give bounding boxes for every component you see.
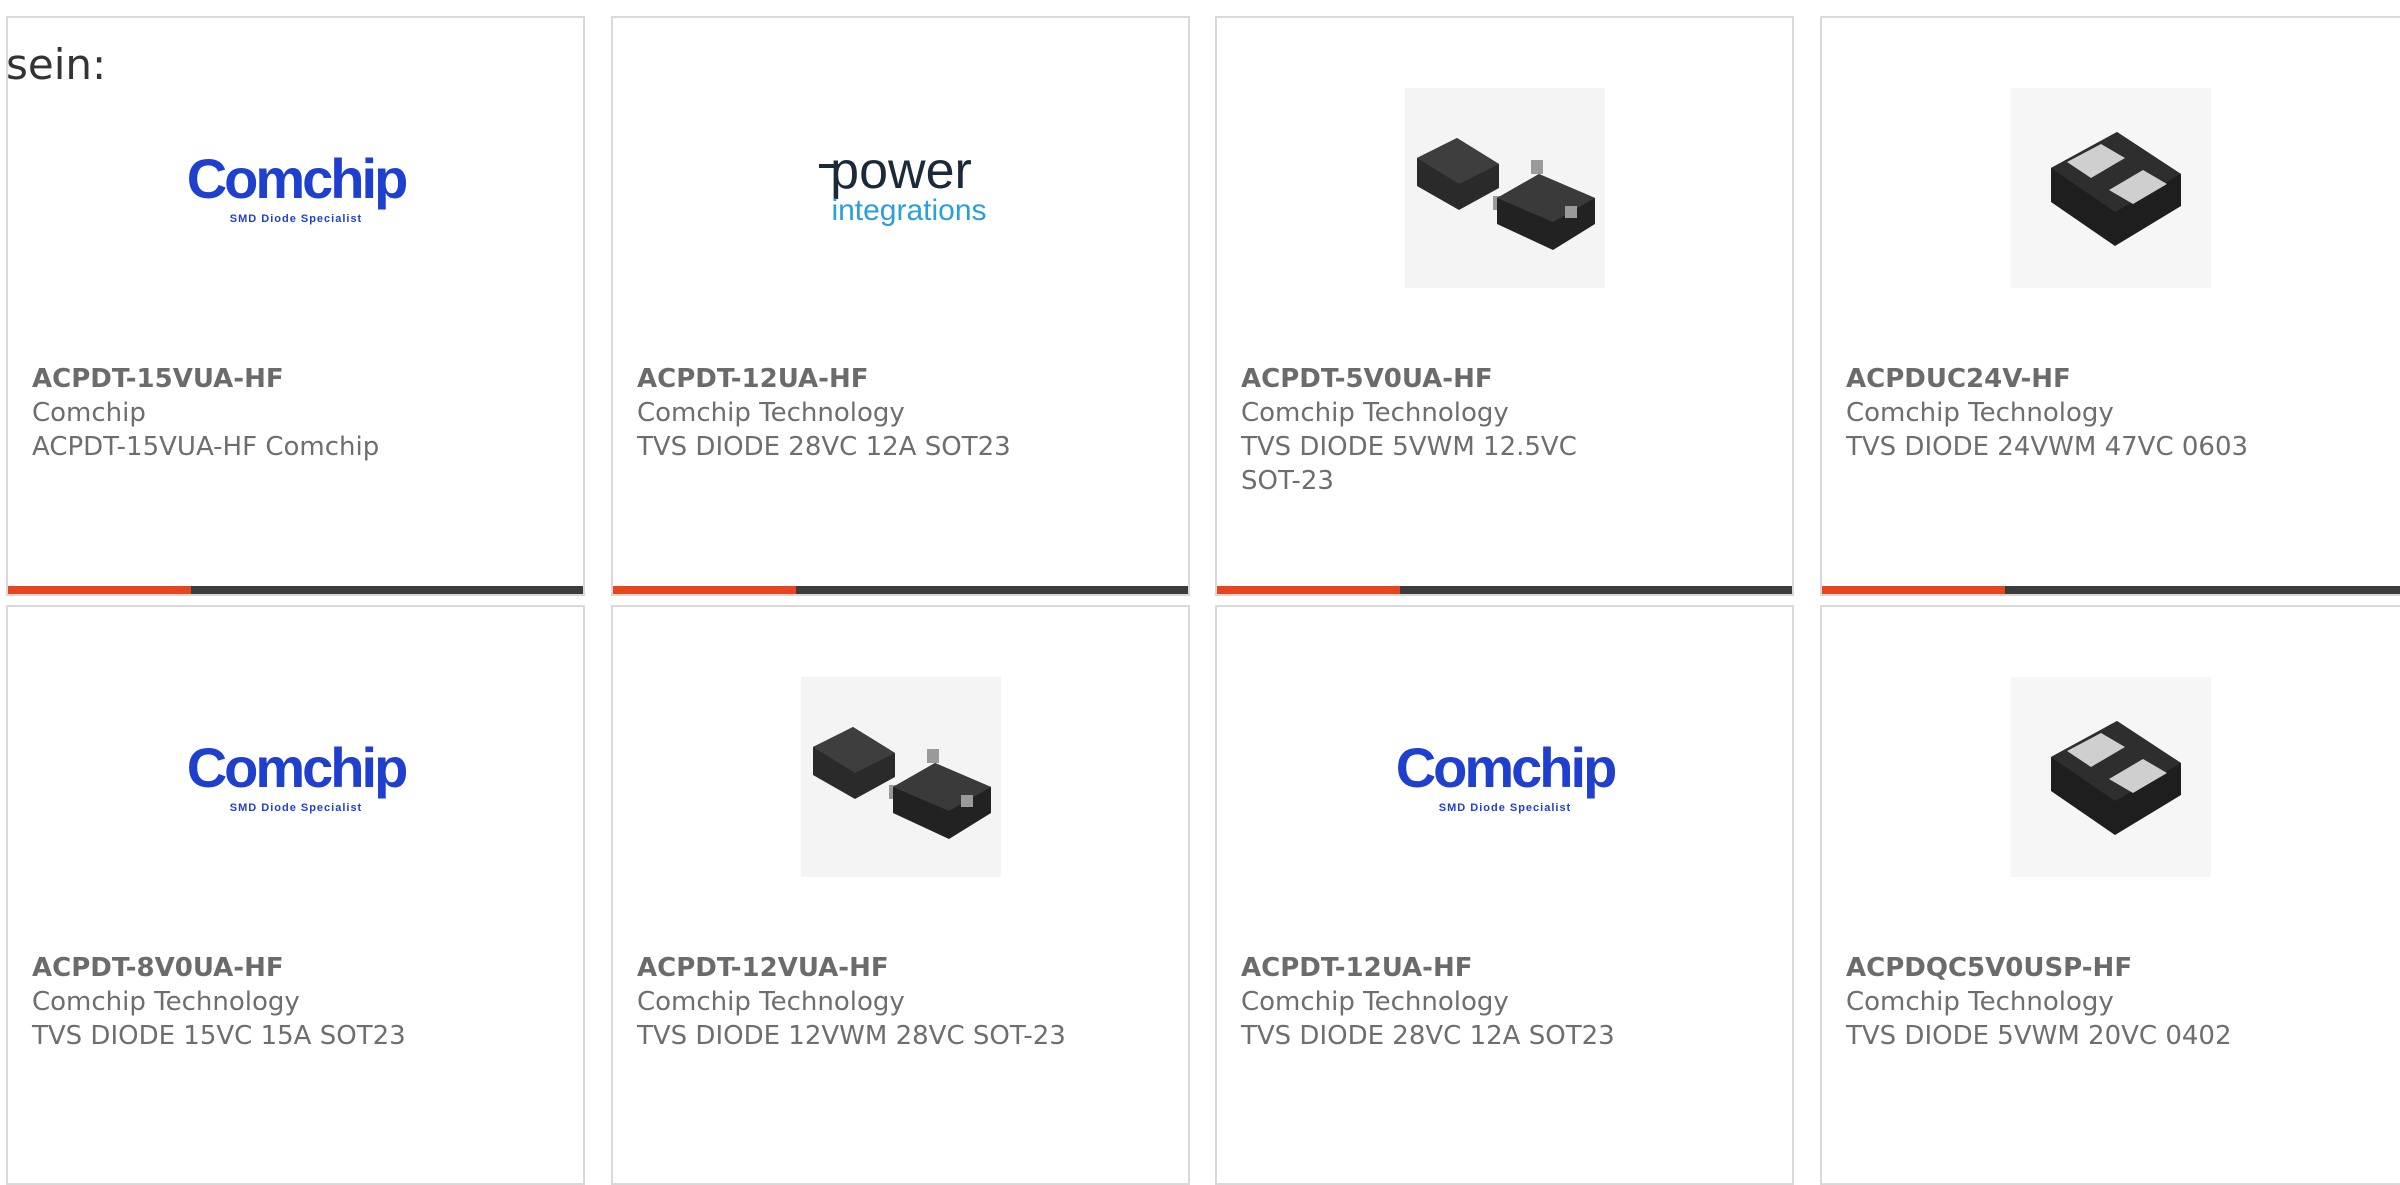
product-image[interactable] <box>613 657 1188 897</box>
card-bottom-bar <box>1822 586 2400 594</box>
chip-package-image <box>2011 88 2211 288</box>
part-number[interactable]: ACPDT-5V0UA-HF <box>1241 362 1701 396</box>
comchip-logo: Comchip SMD Diode Specialist <box>186 736 408 814</box>
description: TVS DIODE 5VWM 12.5VC SOT-23 <box>1241 432 1577 496</box>
product-image[interactable] <box>1822 68 2400 308</box>
section-intro-text: sein: <box>6 40 107 89</box>
part-number[interactable]: ACPDT-12VUA-HF <box>637 951 1097 985</box>
card-accent <box>8 586 191 594</box>
product-card[interactable]: Comchip SMD Diode Specialist ACPDT-8V0UA… <box>6 605 585 1185</box>
card-accent <box>1822 586 2005 594</box>
product-card[interactable]: ACPDT-12VUA-HF Comchip Technology TVS DI… <box>611 605 1190 1185</box>
product-image[interactable] <box>1217 68 1792 308</box>
card-accent <box>1217 586 1400 594</box>
svg-text:Comchip: Comchip <box>186 147 405 210</box>
manufacturer: Comchip <box>32 398 146 428</box>
part-number[interactable]: ACPDT-12UA-HF <box>637 362 1097 396</box>
manufacturer: Comchip Technology <box>1846 987 2114 1017</box>
description: TVS DIODE 15VC 15A SOT23 <box>32 1021 406 1051</box>
product-card[interactable]: Comchip SMD Diode Specialist ACPDT-15VUA… <box>6 16 585 596</box>
sot23-package-image <box>1404 88 1605 288</box>
svg-text:power: power <box>830 142 972 200</box>
description: TVS DIODE 28VC 12A SOT23 <box>637 432 1011 462</box>
comchip-logo: Comchip SMD Diode Specialist <box>186 147 408 225</box>
svg-text:SMD Diode Specialist: SMD Diode Specialist <box>1438 802 1570 814</box>
svg-text:SMD Diode Specialist: SMD Diode Specialist <box>229 213 361 225</box>
product-card[interactable]: ACPDUC24V-HF Comchip Technology TVS DIOD… <box>1820 16 2400 596</box>
manufacturer: Comchip Technology <box>32 987 300 1017</box>
description: TVS DIODE 5VWM 20VC 0402 <box>1846 1021 2232 1051</box>
power-integrations-logo: power integrations <box>818 142 986 227</box>
card-bottom-bar <box>8 586 583 594</box>
part-number[interactable]: ACPDT-8V0UA-HF <box>32 951 492 985</box>
svg-text:SMD Diode Specialist: SMD Diode Specialist <box>229 802 361 814</box>
product-image[interactable]: Comchip SMD Diode Specialist <box>8 657 583 897</box>
manufacturer: Comchip Technology <box>637 398 905 428</box>
svg-text:Comchip: Comchip <box>1395 736 1614 799</box>
comchip-logo: Comchip SMD Diode Specialist <box>1395 736 1617 814</box>
manufacturer: Comchip Technology <box>1846 398 2114 428</box>
manufacturer: Comchip Technology <box>637 987 905 1017</box>
svg-text:Comchip: Comchip <box>186 736 405 799</box>
part-number[interactable]: ACPDT-12UA-HF <box>1241 951 1701 985</box>
card-bottom-bar <box>613 586 1188 594</box>
manufacturer: Comchip Technology <box>1241 398 1509 428</box>
product-card[interactable]: power integrations ACPDT-12UA-HF Comchip… <box>611 16 1190 596</box>
card-accent <box>613 586 796 594</box>
part-number[interactable]: ACPDUC24V-HF <box>1846 362 2306 396</box>
description: TVS DIODE 24VWM 47VC 0603 <box>1846 432 2249 462</box>
manufacturer: Comchip Technology <box>1241 987 1509 1017</box>
chip-package-image <box>2011 677 2211 877</box>
product-card[interactable]: Comchip SMD Diode Specialist ACPDT-12UA-… <box>1215 605 1794 1185</box>
description: TVS DIODE 28VC 12A SOT23 <box>1241 1021 1615 1051</box>
product-card[interactable]: ACPDQC5V0USP-HF Comchip Technology TVS D… <box>1820 605 2400 1185</box>
part-number[interactable]: ACPDQC5V0USP-HF <box>1846 951 2306 985</box>
svg-text:integrations: integrations <box>831 194 986 227</box>
product-image[interactable] <box>1822 657 2400 897</box>
sot23-package-image <box>800 677 1001 877</box>
card-bottom-bar <box>1217 586 1792 594</box>
description: TVS DIODE 12VWM 28VC SOT-23 <box>637 1021 1066 1051</box>
product-image[interactable]: Comchip SMD Diode Specialist <box>1217 657 1792 897</box>
part-number[interactable]: ACPDT-15VUA-HF <box>32 362 492 396</box>
product-image[interactable]: Comchip SMD Diode Specialist <box>8 68 583 308</box>
product-image[interactable]: power integrations <box>613 68 1188 308</box>
description: ACPDT-15VUA-HF Comchip <box>32 432 380 462</box>
product-card[interactable]: ACPDT-5V0UA-HF Comchip Technology TVS DI… <box>1215 16 1794 596</box>
